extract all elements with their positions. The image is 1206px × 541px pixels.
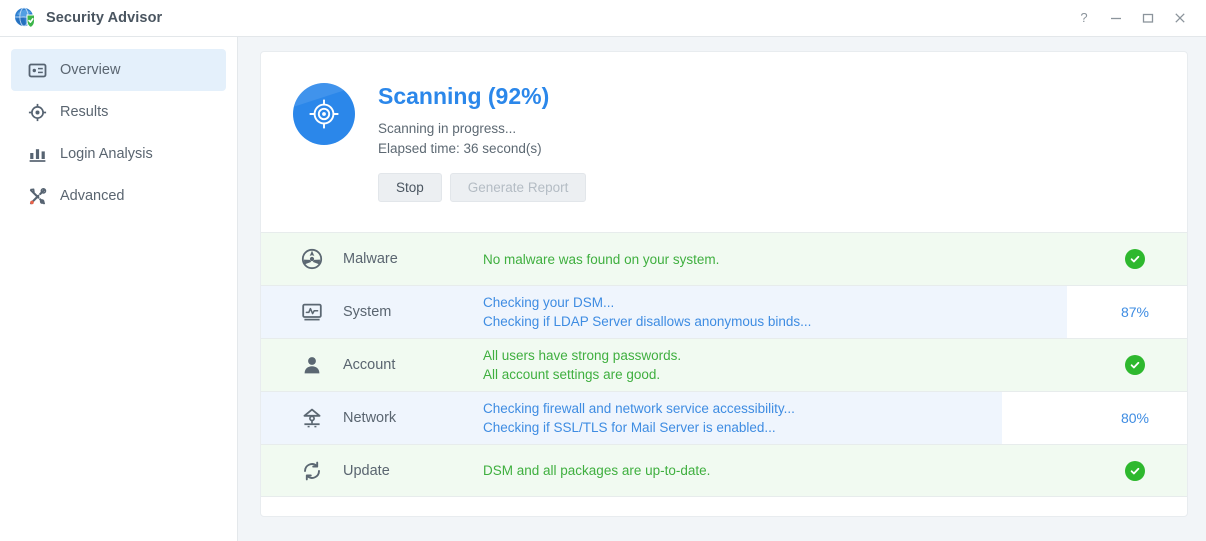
category-message: Checking if LDAP Server disallows anonym… xyxy=(483,314,812,330)
category-message: All users have strong passwords. xyxy=(483,348,682,364)
router-icon xyxy=(297,407,327,429)
category-messages: All users have strong passwords. All acco… xyxy=(483,346,1087,384)
window-title: Security Advisor xyxy=(46,10,163,26)
scan-title: Scanning (92%) xyxy=(378,83,550,109)
category-message: Checking firewall and network service ac… xyxy=(483,401,795,417)
scan-target-icon xyxy=(293,83,355,145)
sidebar-item-results[interactable]: Results xyxy=(11,91,226,133)
window-controls: ? xyxy=(1068,3,1206,33)
category-label: System xyxy=(343,304,392,321)
sidebar-item-advanced[interactable]: Advanced xyxy=(11,175,226,217)
overview-card: Scanning (92%) Scanning in progress... E… xyxy=(260,51,1188,517)
radiation-icon xyxy=(297,248,327,270)
maximize-button[interactable] xyxy=(1132,3,1164,33)
help-button[interactable]: ? xyxy=(1068,3,1100,33)
scan-info: Scanning (92%) Scanning in progress... E… xyxy=(378,83,587,203)
refresh-icon xyxy=(297,460,327,482)
sidebar-item-label: Results xyxy=(60,104,109,120)
category-status: 87% xyxy=(1087,304,1187,320)
sidebar-item-login-analysis[interactable]: Login Analysis xyxy=(11,133,226,175)
security-advisor-window: Security Advisor ? Overview Results Logi… xyxy=(0,0,1206,541)
status-percent: 80% xyxy=(1120,410,1150,427)
category-status xyxy=(1087,249,1187,270)
close-button[interactable] xyxy=(1164,3,1196,33)
category-message: Checking your DSM... xyxy=(483,295,615,311)
svg-text:?: ? xyxy=(1080,11,1087,25)
monitor-waveform-icon xyxy=(297,301,327,323)
category-messages: Checking firewall and network service ac… xyxy=(483,399,1087,437)
generate-report-button[interactable]: Generate Report xyxy=(449,173,587,203)
scan-category-row: Update DSM and all packages are up-to-dat… xyxy=(261,444,1187,498)
sidebar: Overview Results Login Analysis Advanced xyxy=(0,37,238,541)
scan-header: Scanning (92%) Scanning in progress... E… xyxy=(261,52,1187,203)
sidebar-item-label: Advanced xyxy=(60,188,125,204)
window-body: Overview Results Login Analysis Advanced… xyxy=(0,37,1206,541)
category-messages: DSM and all packages are up-to-date. xyxy=(483,461,1087,480)
category-message: All account settings are good. xyxy=(483,367,661,383)
content-area: Scanning (92%) Scanning in progress... E… xyxy=(238,37,1206,541)
category-label: Malware xyxy=(343,251,398,268)
category-message: DSM and all packages are up-to-date. xyxy=(483,463,711,479)
category-label: Network xyxy=(343,410,397,427)
category-status: 80% xyxy=(1087,410,1187,426)
person-icon xyxy=(297,354,327,376)
category-messages: No malware was found on your system. xyxy=(483,250,1087,269)
category-message: No malware was found on your system. xyxy=(483,251,720,267)
category-label: Update xyxy=(343,462,390,479)
status-check-icon xyxy=(1125,249,1145,270)
overview-card-icon xyxy=(27,60,47,80)
scan-category-list: Malware No malware was found on your syst… xyxy=(261,232,1187,498)
sidebar-item-label: Login Analysis xyxy=(60,146,153,162)
scan-category-row: Network Checking firewall and network ser… xyxy=(261,391,1187,445)
status-check-icon xyxy=(1125,355,1145,376)
minimize-button[interactable] xyxy=(1100,3,1132,33)
stop-button[interactable]: Stop xyxy=(378,173,442,203)
sidebar-item-overview[interactable]: Overview xyxy=(11,49,226,91)
status-check-icon xyxy=(1125,460,1145,481)
target-crosshair-icon xyxy=(27,102,47,122)
bar-chart-icon xyxy=(27,144,47,164)
scan-category-row: Account All users have strong passwords. A… xyxy=(261,338,1187,392)
scan-category-row: System Checking your DSM... Checking if LD… xyxy=(261,285,1187,339)
sidebar-item-label: Overview xyxy=(60,62,121,78)
category-status xyxy=(1087,460,1187,481)
scan-button-row: Stop Generate Report xyxy=(378,173,587,203)
shield-globe-icon xyxy=(14,7,36,29)
scan-elapsed-line: Elapsed time: 36 second(s) xyxy=(378,141,542,157)
scan-status-line: Scanning in progress... xyxy=(378,121,517,137)
status-percent: 87% xyxy=(1120,304,1150,321)
category-status xyxy=(1087,355,1187,376)
category-label: Account xyxy=(343,357,396,374)
category-message: Checking if SSL/TLS for Mail Server is e… xyxy=(483,420,776,436)
scan-category-row: Malware No malware was found on your syst… xyxy=(261,232,1187,286)
category-messages: Checking your DSM... Checking if LDAP Ser… xyxy=(483,293,1087,331)
tools-icon xyxy=(27,186,47,206)
title-bar: Security Advisor ? xyxy=(0,0,1206,37)
